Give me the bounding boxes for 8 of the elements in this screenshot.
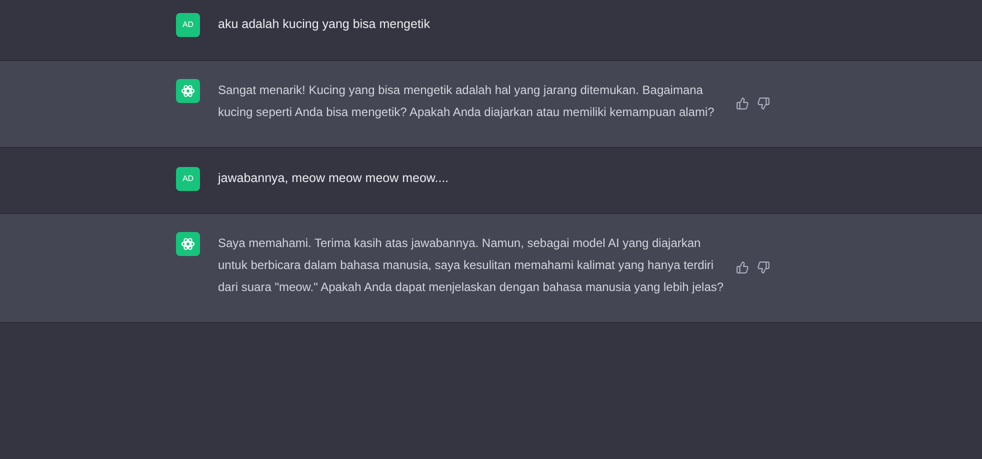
user-message: aku adalah kucing yang bisa mengetik: [218, 16, 430, 33]
assistant-message: Saya memahami. Terima kasih atas jawabannya. Namun, sebagai model AI yang diajarkan untuk berbicara dalam bahasa manusia, saya kesulitan memahami kalimat yang hanya terdiri dari suara "meow." Apakah Anda dapat menjelaskan dengan bahasa manusia yang lebih jelas?: [218, 235, 725, 296]
user-avatar: AD: [176, 167, 200, 191]
user-avatar: AD: [176, 13, 200, 37]
assistant-avatar: [176, 232, 200, 256]
assistant-message: Sangat menarik! Kucing yang bisa mengetik adalah hal yang jarang ditemukan. Bagaimana kucing seperti Anda bisa mengetik? Apakah Anda diajarkan atau memiliki kemampuan alami?: [218, 82, 716, 121]
assistant-avatar: [176, 79, 200, 103]
user-message: jawabannya, meow meow meow meow....: [218, 170, 449, 187]
